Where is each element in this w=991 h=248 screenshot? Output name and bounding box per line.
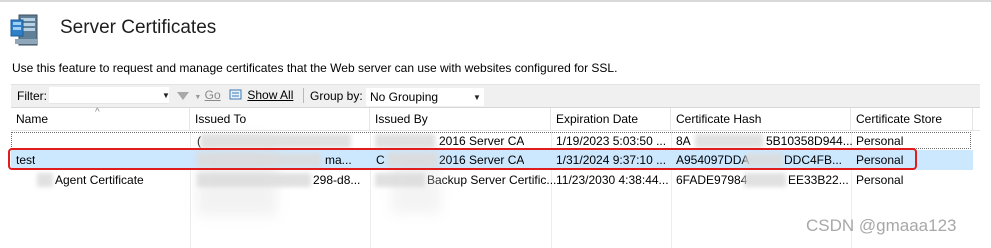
go-dropdown-icon: ▼: [194, 94, 202, 101]
column-store-label: Certificate Store: [856, 112, 943, 126]
cell-name: Agent Certificate: [55, 173, 144, 187]
feature-description: Use this feature to request and manage c…: [12, 61, 618, 75]
show-all-label: Show All: [247, 88, 294, 102]
toolbar-separator: [303, 88, 304, 103]
column-header-certificate-hash[interactable]: Certificate Hash: [671, 108, 851, 130]
sort-ascending-icon: ^: [95, 107, 100, 118]
group-by-value: No Grouping: [370, 90, 439, 104]
show-all-button[interactable]: Show All: [229, 88, 293, 102]
cell-hash-start: 6FADE97984: [676, 173, 748, 187]
filter-label: Filter:: [17, 89, 47, 103]
column-header-certificate-store[interactable]: Certificate Store: [851, 108, 973, 130]
group-by-select[interactable]: No Grouping ▼: [365, 87, 485, 107]
column-issued-by-label: Issued By: [375, 112, 428, 126]
column-header-expiration-date[interactable]: Expiration Date: [551, 108, 671, 130]
watermark-text: CSDN @gmaaa123: [806, 216, 957, 235]
go-label: Go: [204, 88, 221, 102]
group-by-label: Group by:: [310, 89, 363, 103]
cell-issued-by: Backup Server Certific...: [427, 173, 557, 187]
filter-dropdown-icon[interactable]: ▼: [162, 91, 170, 100]
server-icon: [10, 14, 38, 46]
go-button[interactable]: ▼ Go: [177, 88, 221, 102]
column-name-label: Name: [16, 112, 49, 126]
column-header-issued-by[interactable]: Issued By: [370, 108, 551, 130]
column-issued-to-label: Issued To: [195, 112, 247, 126]
column-header-issued-to[interactable]: Issued To: [190, 108, 370, 130]
filter-toolbar: Filter: ▼ ▼ Go Show All Group by: No Gro…: [11, 84, 980, 108]
highlight-annotation-box: [8, 148, 917, 170]
top-border: [0, 0, 991, 2]
show-all-icon: [229, 89, 242, 100]
filter-input[interactable]: [49, 87, 169, 104]
focus-outline: [11, 132, 971, 149]
column-expiration-label: Expiration Date: [556, 112, 639, 126]
redacted-region: [744, 173, 786, 187]
column-header-row: Name ^ Issued To Issued By Expiration Da…: [11, 107, 980, 131]
redacted-region: [37, 173, 53, 187]
chevron-down-icon: ▼: [473, 93, 481, 102]
column-header-name[interactable]: Name ^: [11, 107, 190, 130]
cell-issued-to: 298-d8...: [313, 173, 361, 187]
cell-expiration-date: 11/23/2030 4:38:44...: [556, 173, 669, 187]
filter-funnel-icon: [177, 91, 189, 100]
table-row[interactable]: Agent Certificate 298-d8... Backup Serve…: [11, 170, 973, 190]
column-hash-label: Certificate Hash: [676, 112, 762, 126]
cell-certificate-store: Personal: [856, 173, 904, 187]
cell-hash-end: EE33B22...: [788, 173, 849, 187]
page-title: Server Certificates: [60, 17, 217, 38]
